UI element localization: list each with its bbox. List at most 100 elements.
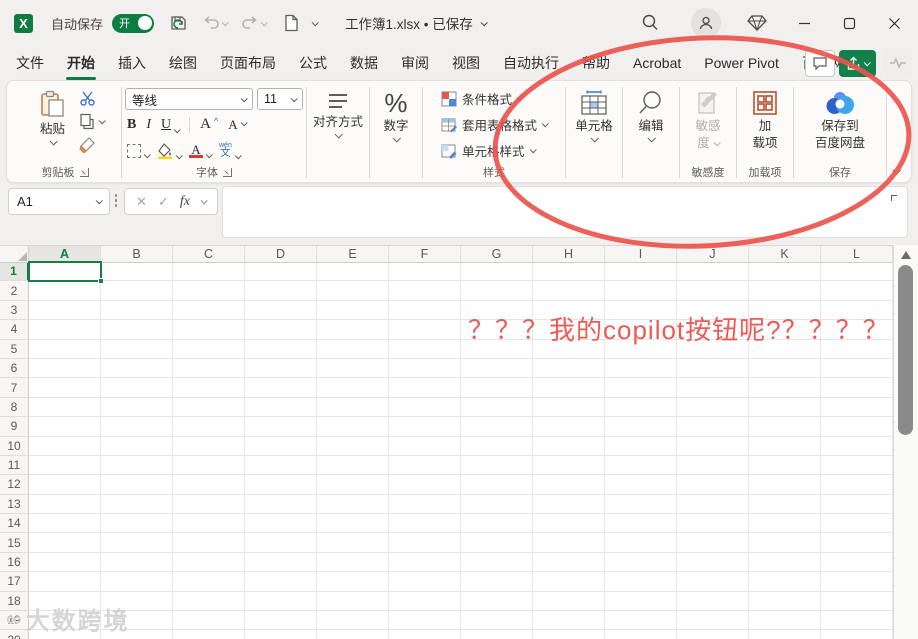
cell-F14[interactable]	[389, 514, 461, 534]
cell-L16[interactable]	[821, 552, 893, 573]
cell-I6[interactable]	[605, 358, 677, 379]
cell-J13[interactable]	[677, 494, 749, 515]
conditional-formatting-button[interactable]: 条件格式	[441, 89, 547, 108]
cell-J9[interactable]	[677, 417, 749, 437]
row-header-14[interactable]: 14	[0, 514, 29, 534]
cell-H12[interactable]	[533, 475, 605, 495]
row-header-9[interactable]: 9	[0, 417, 29, 437]
cell-J12[interactable]	[677, 475, 749, 495]
cell-J1[interactable]	[677, 262, 749, 282]
decrease-font-button[interactable]: A	[228, 117, 248, 133]
cell-I16[interactable]	[605, 552, 677, 573]
cell-F20[interactable]	[389, 630, 461, 639]
italic-button[interactable]: I	[146, 117, 151, 133]
confirm-entry-button[interactable]: ✓	[158, 194, 169, 210]
cell-B4[interactable]	[101, 320, 173, 340]
tab-acrobat[interactable]: Acrobat	[633, 55, 681, 71]
cell-C9[interactable]	[173, 417, 245, 437]
cell-I11[interactable]	[605, 455, 677, 476]
cell-G14[interactable]	[461, 514, 533, 534]
account-avatar[interactable]	[691, 8, 721, 38]
cell-A11[interactable]	[29, 455, 101, 476]
cell-B14[interactable]	[101, 514, 173, 534]
cell-A9[interactable]	[29, 417, 101, 437]
cell-I20[interactable]	[605, 630, 677, 639]
redo-dropdown-chevron-icon[interactable]	[260, 18, 268, 26]
cell-E10[interactable]	[317, 436, 389, 456]
cell-B2[interactable]	[101, 281, 173, 301]
cell-J15[interactable]	[677, 533, 749, 553]
row-header-16[interactable]: 16	[0, 552, 29, 573]
cell-F12[interactable]	[389, 475, 461, 495]
cell-I1[interactable]	[605, 262, 677, 282]
row-header-8[interactable]: 8	[0, 397, 29, 418]
column-header-J[interactable]: J	[677, 246, 749, 263]
tab-home[interactable]: 开始	[67, 53, 95, 73]
cell-G12[interactable]	[461, 475, 533, 495]
tab-draw[interactable]: 绘图	[169, 53, 197, 73]
cell-L13[interactable]	[821, 494, 893, 515]
cell-I9[interactable]	[605, 417, 677, 437]
cell-C13[interactable]	[173, 494, 245, 515]
document-title[interactable]: 工作簿1.xlsx • 已保存	[345, 13, 488, 33]
cell-D3[interactable]	[245, 300, 317, 321]
undo-button[interactable]	[202, 15, 229, 31]
cell-C14[interactable]	[173, 514, 245, 534]
font-dialog-launcher-icon[interactable]	[223, 167, 232, 177]
cancel-entry-button[interactable]: ✕	[136, 194, 147, 210]
cell-E15[interactable]	[317, 533, 389, 553]
cell-H15[interactable]	[533, 533, 605, 553]
row-header-11[interactable]: 11	[0, 455, 29, 476]
cell-F17[interactable]	[389, 572, 461, 592]
cell-K19[interactable]	[749, 611, 821, 631]
cell-C19[interactable]	[173, 611, 245, 631]
bold-button[interactable]: B	[127, 117, 136, 133]
fx-chevron-icon[interactable]	[200, 197, 208, 205]
cell-C3[interactable]	[173, 300, 245, 321]
search-button[interactable]	[637, 10, 663, 36]
cell-K2[interactable]	[749, 281, 821, 301]
cell-K1[interactable]	[749, 262, 821, 282]
cell-E11[interactable]	[317, 455, 389, 476]
cell-E6[interactable]	[317, 358, 389, 379]
select-all-corner[interactable]	[0, 246, 29, 263]
cell-D16[interactable]	[245, 552, 317, 573]
cell-I12[interactable]	[605, 475, 677, 495]
cell-E8[interactable]	[317, 397, 389, 418]
cell-K15[interactable]	[749, 533, 821, 553]
cell-H20[interactable]	[533, 630, 605, 639]
row-header-15[interactable]: 15	[0, 533, 29, 553]
cell-E19[interactable]	[317, 611, 389, 631]
cell-L2[interactable]	[821, 281, 893, 301]
font-name-combobox[interactable]: 等线	[125, 88, 253, 110]
cell-F16[interactable]	[389, 552, 461, 573]
cell-H14[interactable]	[533, 514, 605, 534]
cell-H11[interactable]	[533, 455, 605, 476]
cut-button[interactable]	[79, 91, 96, 106]
cell-G18[interactable]	[461, 591, 533, 612]
borders-button[interactable]	[127, 143, 151, 158]
cell-E17[interactable]	[317, 572, 389, 592]
cell-K20[interactable]	[749, 630, 821, 639]
cell-C18[interactable]	[173, 591, 245, 612]
cell-B7[interactable]	[101, 378, 173, 398]
cell-K14[interactable]	[749, 514, 821, 534]
close-button[interactable]	[885, 10, 904, 36]
cell-A16[interactable]	[29, 552, 101, 573]
cell-L14[interactable]	[821, 514, 893, 534]
cell-D8[interactable]	[245, 397, 317, 418]
column-header-F[interactable]: F	[389, 246, 461, 263]
cell-C12[interactable]	[173, 475, 245, 495]
cell-H8[interactable]	[533, 397, 605, 418]
cell-K8[interactable]	[749, 397, 821, 418]
cell-L20[interactable]	[821, 630, 893, 639]
ribbon-collapse-chevron-icon[interactable]	[892, 166, 901, 175]
cell-K16[interactable]	[749, 552, 821, 573]
cell-C17[interactable]	[173, 572, 245, 592]
cell-D11[interactable]	[245, 455, 317, 476]
cell-G19[interactable]	[461, 611, 533, 631]
cell-C15[interactable]	[173, 533, 245, 553]
formula-bar-input[interactable]	[222, 186, 908, 238]
cell-J10[interactable]	[677, 436, 749, 456]
column-header-E[interactable]: E	[317, 246, 389, 263]
